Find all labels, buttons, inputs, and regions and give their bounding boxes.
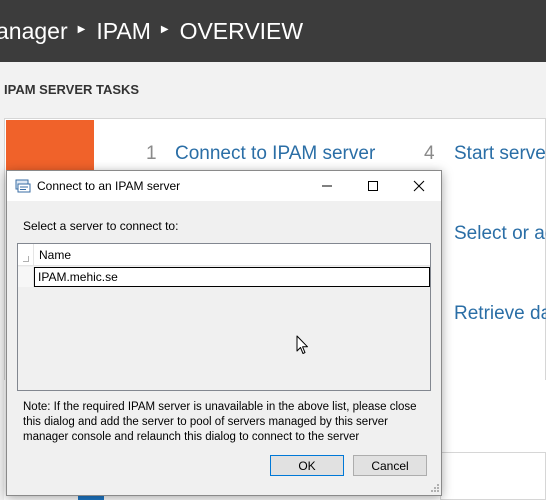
maximize-icon bbox=[368, 181, 378, 191]
caret-right-icon: ▶ bbox=[77, 23, 86, 35]
start-server-link[interactable]: Start server bbox=[454, 143, 546, 165]
table-row[interactable]: IPAM.mehic.se bbox=[18, 267, 430, 287]
mouse-pointer-icon bbox=[296, 335, 308, 354]
row-selector[interactable] bbox=[18, 267, 34, 287]
minimize-icon bbox=[322, 185, 332, 187]
list-header: Name bbox=[18, 244, 430, 266]
select-or-add-link[interactable]: Select or ad bbox=[454, 223, 546, 245]
cancel-button[interactable]: Cancel bbox=[353, 455, 427, 476]
ok-button[interactable]: OK bbox=[270, 455, 344, 476]
server-name-cell[interactable]: IPAM.mehic.se bbox=[34, 267, 430, 287]
resize-grip-icon[interactable] bbox=[430, 483, 440, 493]
breadcrumb-server-manager[interactable]: anager bbox=[0, 18, 68, 45]
section-title: IPAM SERVER TASKS bbox=[4, 82, 140, 97]
connect-dialog: Connect to an IPAM server Select a serve… bbox=[6, 170, 442, 496]
step-number-4: 4 bbox=[424, 143, 435, 164]
retrieve-data-link[interactable]: Retrieve dat bbox=[454, 303, 546, 325]
column-header-name[interactable]: Name bbox=[39, 248, 71, 262]
lower-tile bbox=[440, 452, 546, 500]
select-all-corner[interactable] bbox=[18, 244, 34, 266]
dialog-titlebar[interactable]: Connect to an IPAM server bbox=[7, 171, 441, 201]
close-icon bbox=[413, 180, 425, 192]
close-button[interactable] bbox=[396, 171, 442, 201]
dialog-title: Connect to an IPAM server bbox=[37, 179, 181, 193]
breadcrumb-overview: OVERVIEW bbox=[179, 17, 304, 44]
step-number-1: 1 bbox=[146, 143, 157, 164]
note-text: Note: If the required IPAM server is una… bbox=[23, 401, 417, 443]
breadcrumb-ipam[interactable]: IPAM bbox=[96, 18, 151, 45]
breadcrumb: anager ▶ IPAM ▶ OVERVIEW bbox=[0, 0, 546, 62]
server-list[interactable]: Name IPAM.mehic.se bbox=[17, 243, 431, 391]
server-manager-icon bbox=[15, 179, 31, 193]
caret-right-icon: ▶ bbox=[160, 23, 169, 35]
maximize-button[interactable] bbox=[350, 171, 396, 201]
select-server-label: Select a server to connect to: bbox=[23, 219, 179, 233]
connect-to-ipam-server-link[interactable]: Connect to IPAM server bbox=[175, 143, 375, 165]
minimize-button[interactable] bbox=[304, 171, 350, 201]
